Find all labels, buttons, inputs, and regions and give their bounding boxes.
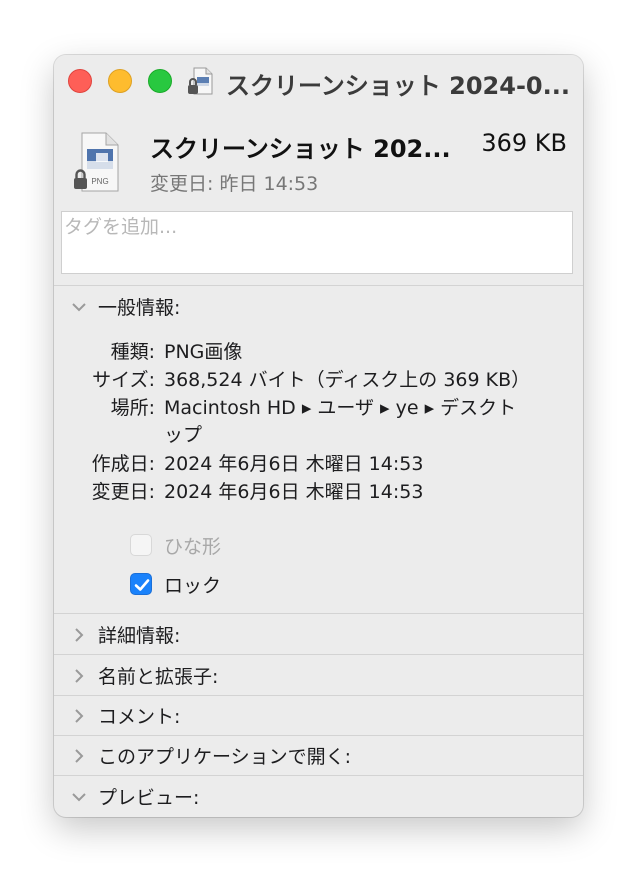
close-button[interactable] — [68, 69, 92, 93]
kind-label: 種類: — [110, 341, 155, 363]
section-preview[interactable]: プレビュー: — [54, 777, 583, 817]
locked-label[interactable]: ロック — [164, 571, 221, 598]
section-open-with[interactable]: このアプリケーションで開く: — [54, 736, 583, 776]
section-name-extension[interactable]: 名前と拡張子: — [54, 656, 583, 696]
kind-value: PNG画像 — [164, 341, 243, 363]
section-general[interactable]: 一般情報: — [54, 287, 583, 327]
checkmark-icon — [134, 579, 150, 591]
size-value: 368,524 バイト（ディスク上の 369 KB） — [164, 369, 531, 391]
info-where: 場所: Macintosh HD ▸ ユーザ ▸ ye ▸ デスクト ップ — [54, 393, 583, 449]
info-size: サイズ: 368,524 バイト（ディスク上の 369 KB） — [54, 365, 583, 393]
created-label: 作成日: — [91, 453, 155, 475]
section-more-info[interactable]: 詳細情報: — [54, 615, 583, 655]
chevron-right-icon[interactable] — [70, 667, 88, 685]
stationery-checkbox-row: ひな形 — [130, 532, 330, 560]
size-label: サイズ: — [92, 369, 155, 391]
document-proxy-icon[interactable] — [186, 66, 216, 98]
get-info-window: スクリーンショット 2024-0... PNG スクリーンショット 202...… — [54, 55, 583, 817]
locked-checkbox[interactable] — [130, 573, 152, 595]
window-title: スクリーンショット 2024-0... — [226, 72, 570, 100]
info-modified: 変更日: 2024 年6月6日 木曜日 14:53 — [54, 477, 583, 505]
chevron-right-icon[interactable] — [70, 626, 88, 644]
info-kind: 種類: PNG画像 — [54, 337, 583, 365]
divider — [54, 775, 583, 776]
png-file-icon: PNG — [74, 132, 119, 192]
divider — [54, 654, 583, 655]
modified-date: 変更日: 昨日 14:53 — [150, 173, 319, 195]
section-preview-label: プレビュー: — [98, 787, 200, 809]
file-header: PNG スクリーンショット 202... 369 KB 変更日: 昨日 14:5… — [54, 107, 583, 203]
section-comments[interactable]: コメント: — [54, 696, 583, 736]
section-open-with-label: このアプリケーションで開く: — [98, 746, 352, 768]
file-size: 369 KB — [481, 129, 567, 157]
file-name: スクリーンショット 202... — [150, 135, 451, 163]
info-created: 作成日: 2024 年6月6日 木曜日 14:53 — [54, 449, 583, 477]
locked-checkbox-row[interactable]: ロック — [130, 571, 330, 599]
section-comments-label: コメント: — [98, 706, 181, 728]
chevron-right-icon[interactable] — [70, 747, 88, 765]
chevron-right-icon[interactable] — [70, 707, 88, 725]
divider — [54, 285, 583, 286]
chevron-down-icon[interactable] — [70, 298, 88, 316]
modified-value: 2024 年6月6日 木曜日 14:53 — [164, 481, 424, 503]
chevron-down-icon[interactable] — [70, 788, 88, 806]
created-value: 2024 年6月6日 木曜日 14:53 — [164, 453, 424, 475]
stationery-label: ひな形 — [164, 536, 222, 558]
minimize-button[interactable] — [108, 69, 132, 93]
section-more-info-label: 詳細情報: — [98, 625, 181, 647]
stationery-checkbox — [130, 534, 152, 556]
divider — [54, 613, 583, 614]
where-value-line1: Macintosh HD ▸ ユーザ ▸ ye ▸ デスクト — [164, 397, 517, 419]
tags-field[interactable] — [61, 211, 573, 274]
section-name-extension-label: 名前と拡張子: — [98, 666, 219, 688]
zoom-button[interactable] — [148, 69, 172, 93]
section-general-label: 一般情報: — [98, 297, 181, 319]
modified-label: 変更日: — [91, 481, 155, 503]
tags-input[interactable] — [62, 212, 572, 242]
title-bar[interactable]: スクリーンショット 2024-0... — [54, 55, 583, 107]
where-label: 場所: — [110, 397, 155, 419]
where-value-line2: ップ — [164, 424, 203, 446]
file-type-label: PNG — [91, 177, 108, 186]
